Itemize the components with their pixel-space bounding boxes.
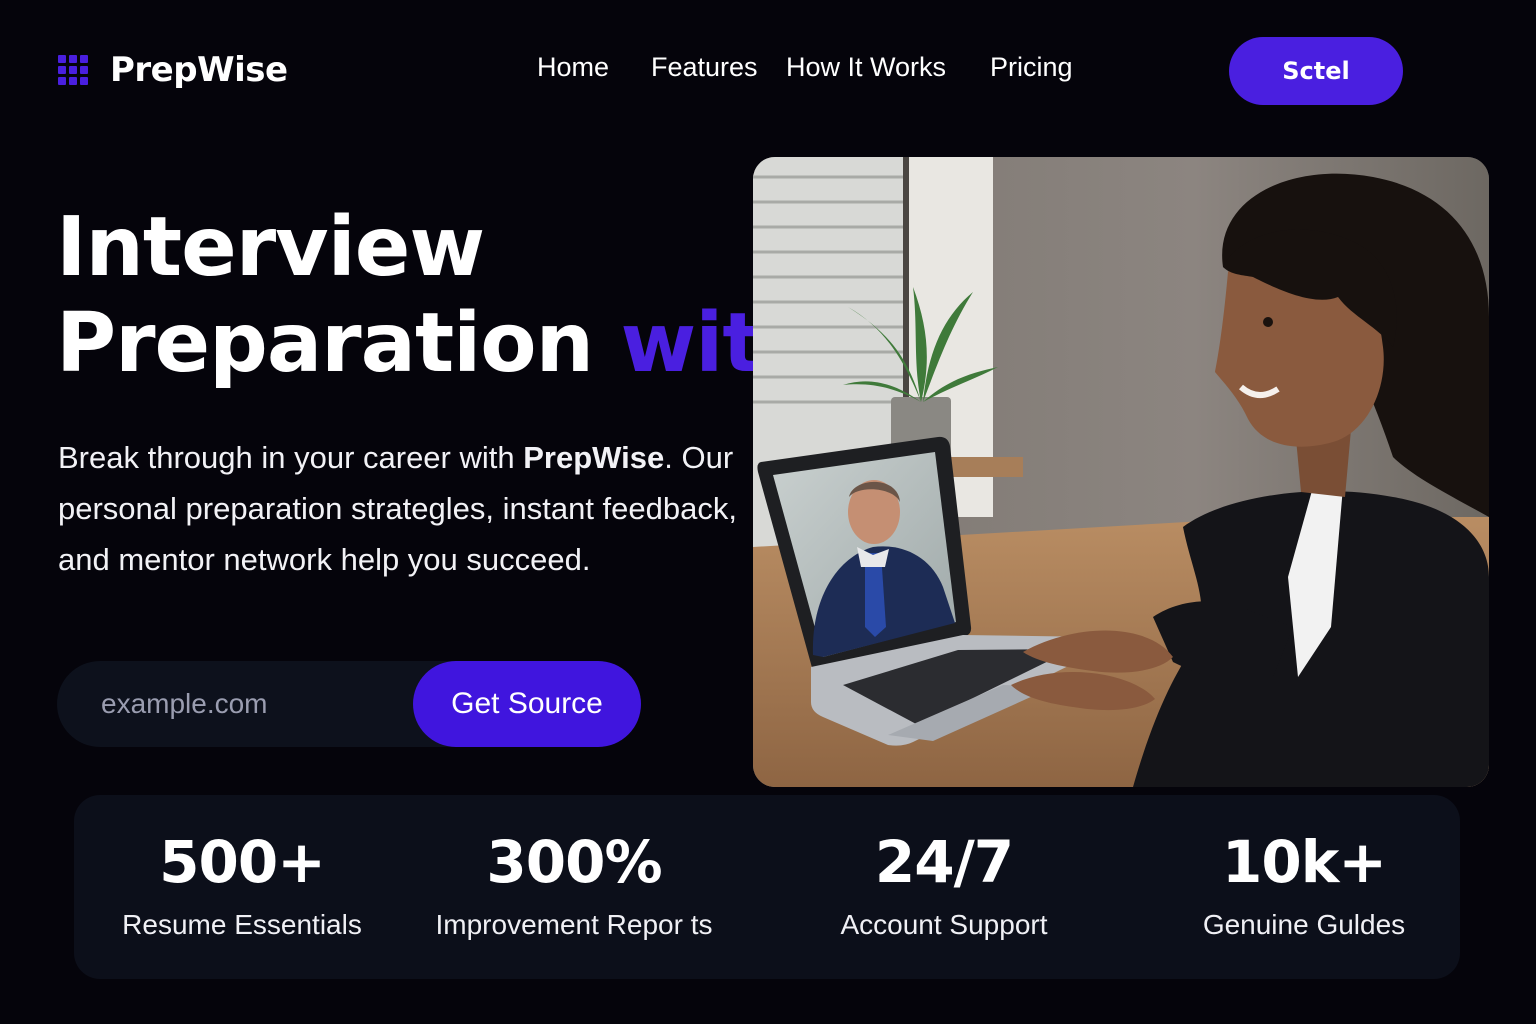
hero-title-line1: Interview — [56, 200, 485, 295]
hero-title-line2: Preparation — [56, 296, 594, 391]
stat-label: Improvement Repor ts — [435, 909, 713, 940]
stat-resume-essentials: 500+ Resume Essentials — [114, 827, 370, 945]
nav-link-how-it-works[interactable]: How It Works — [786, 52, 946, 83]
get-source-button[interactable]: Get Source — [413, 661, 641, 747]
stat-genuine-guides: 10k+ Genuine Guldes — [1179, 827, 1429, 945]
stat-label: Account Support — [840, 909, 1048, 940]
stat-label: Resume Essentials — [122, 909, 362, 940]
brand-logo[interactable]: PrepWise — [58, 50, 288, 90]
hero-photo — [753, 157, 1489, 787]
stat-label: Genuine Guldes — [1202, 909, 1406, 940]
brand-name: PrepWise — [110, 50, 288, 90]
stat-value: 300% — [486, 828, 662, 896]
nav-link-features[interactable]: Features — [651, 52, 758, 83]
landing-page: PrepWise Home Features How It Works Pric… — [0, 0, 1536, 1024]
hero-description: Break through in your career with PrepWi… — [58, 432, 738, 585]
nav-link-pricing[interactable]: Pricing — [990, 52, 1073, 83]
email-input[interactable] — [101, 679, 401, 729]
stats-panel: 500+ Resume Essentials 300% Improvement … — [74, 795, 1460, 979]
hero-desc-text: Break through in your career with — [58, 440, 524, 475]
email-signup-form: Get Source — [57, 661, 641, 747]
header-cta-button[interactable]: Sctel — [1229, 37, 1403, 105]
stat-improvement-reports: 300% Improvement Repor ts — [424, 827, 724, 945]
grid-logo-icon — [58, 55, 88, 85]
hero-title: Interview Preparation with — [56, 200, 819, 392]
stat-value: 24/7 — [874, 828, 1014, 896]
hero-desc-brand: PrepWise — [523, 440, 665, 475]
nav-link-home[interactable]: Home — [537, 52, 609, 83]
stat-value: 10k+ — [1222, 828, 1387, 896]
stat-account-support: 24/7 Account Support — [809, 827, 1079, 945]
stat-value: 500+ — [159, 828, 326, 896]
